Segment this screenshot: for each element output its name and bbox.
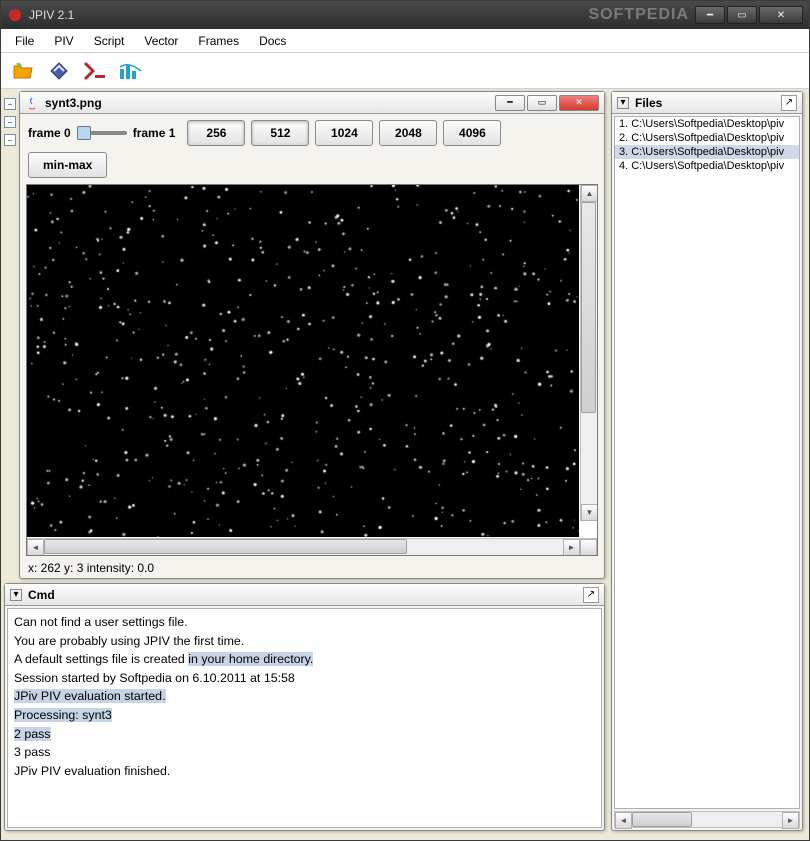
horizontal-scrollbar[interactable]: ◄ ► xyxy=(27,538,597,555)
scroll-corner xyxy=(580,539,597,556)
menu-file[interactable]: File xyxy=(5,31,44,51)
script-icon[interactable] xyxy=(81,57,109,85)
frame1-label: frame 1 xyxy=(133,126,176,140)
scroll-down-icon[interactable]: ▼ xyxy=(581,504,597,521)
files-title: Files xyxy=(635,96,775,110)
scroll-left-icon[interactable]: ◄ xyxy=(615,812,632,829)
close-button[interactable]: ✕ xyxy=(759,6,803,24)
cmd-line: A default settings file is created in yo… xyxy=(14,650,595,669)
image-canvas-wrap[interactable]: ▲ ▼ xyxy=(27,185,597,538)
menu-piv[interactable]: PIV xyxy=(44,31,83,51)
cmd-line: 2 pass xyxy=(14,725,595,744)
toolbar xyxy=(1,53,809,89)
zoom-512-button[interactable]: 512 xyxy=(251,120,309,146)
tree-node-icon[interactable] xyxy=(4,134,16,146)
image-window-title: synt3.png xyxy=(45,96,489,110)
menu-vector[interactable]: Vector xyxy=(134,31,188,51)
cmd-panel[interactable]: ▾ Cmd ↗ Can not find a user settings fil… xyxy=(4,583,605,831)
cmd-line: 3 pass xyxy=(14,743,595,762)
image-window-titlebar[interactable]: synt3.png ━ ▭ ✕ xyxy=(20,92,604,114)
cmd-line: Processing: synt3 xyxy=(14,706,595,725)
cmd-line: You are probably using JPIV the first ti… xyxy=(14,632,595,651)
file-item[interactable]: 4. C:\Users\Softpedia\Desktop\piv xyxy=(615,159,799,173)
maximize-button[interactable]: ▭ xyxy=(727,6,757,24)
cmd-popout-icon[interactable]: ↗ xyxy=(583,587,599,603)
menu-docs[interactable]: Docs xyxy=(249,31,296,51)
scroll-right-icon[interactable]: ► xyxy=(782,812,799,829)
cmd-line: JPiv PIV evaluation started. xyxy=(14,687,595,706)
menu-script[interactable]: Script xyxy=(84,31,135,51)
zoom-2048-button[interactable]: 2048 xyxy=(379,120,437,146)
app-icon xyxy=(7,7,23,23)
image-window[interactable]: synt3.png ━ ▭ ✕ frame 0 frame 1 256 512 … xyxy=(19,91,605,579)
minimize-button[interactable]: ━ xyxy=(695,6,725,24)
scroll-right-icon[interactable]: ► xyxy=(563,539,580,556)
image-controls: frame 0 frame 1 256 512 1024 2048 4096 xyxy=(20,114,604,152)
files-popout-icon[interactable]: ↗ xyxy=(781,95,797,111)
zoom-256-button[interactable]: 256 xyxy=(187,120,245,146)
settings-tree-strip xyxy=(4,92,20,152)
files-h-scrollbar[interactable]: ◄ ► xyxy=(614,811,800,828)
image-viewport: ▲ ▼ ◄ ► xyxy=(26,184,598,556)
cmd-line: Can not find a user settings file. xyxy=(14,613,595,632)
menubar: File PIV Script Vector Frames Docs xyxy=(1,29,809,53)
frame0-label: frame 0 xyxy=(28,126,71,140)
cmd-collapse-icon[interactable]: ▾ xyxy=(10,589,22,601)
scroll-up-icon[interactable]: ▲ xyxy=(581,185,597,202)
app-window: JPIV 2.1 SOFTPEDIA ━ ▭ ✕ File PIV Script… xyxy=(0,0,810,841)
menu-frames[interactable]: Frames xyxy=(188,31,249,51)
files-titlebar[interactable]: ▾ Files ↗ xyxy=(612,92,802,114)
scroll-thumb-h[interactable] xyxy=(632,812,692,827)
piv-icon[interactable] xyxy=(45,57,73,85)
minmax-button[interactable]: min-max xyxy=(28,152,107,178)
vertical-scrollbar[interactable]: ▲ ▼ xyxy=(580,185,597,521)
zoom-4096-button[interactable]: 4096 xyxy=(443,120,501,146)
scroll-thumb-v[interactable] xyxy=(581,202,596,413)
files-list[interactable]: 1. C:\Users\Softpedia\Desktop\piv2. C:\U… xyxy=(614,116,800,809)
titlebar[interactable]: JPIV 2.1 SOFTPEDIA ━ ▭ ✕ xyxy=(1,1,809,29)
files-collapse-icon[interactable]: ▾ xyxy=(617,97,629,109)
zoom-1024-button[interactable]: 1024 xyxy=(315,120,373,146)
scroll-left-icon[interactable]: ◄ xyxy=(27,539,44,556)
tree-node-icon[interactable] xyxy=(4,98,16,110)
cmd-title: Cmd xyxy=(28,588,577,602)
iw-close-button[interactable]: ✕ xyxy=(559,95,599,111)
open-file-icon[interactable] xyxy=(9,57,37,85)
cmd-output[interactable]: Can not find a user settings file.You ar… xyxy=(7,608,602,828)
cmd-titlebar[interactable]: ▾ Cmd ↗ xyxy=(5,584,604,606)
file-item[interactable]: 2. C:\Users\Softpedia\Desktop\piv xyxy=(615,131,799,145)
file-item[interactable]: 3. C:\Users\Softpedia\Desktop\piv xyxy=(615,145,799,159)
java-icon xyxy=(25,96,39,110)
image-controls-2: min-max xyxy=(20,152,604,184)
frame-slider[interactable] xyxy=(77,125,127,141)
iw-maximize-button[interactable]: ▭ xyxy=(527,95,557,111)
particle-image-canvas[interactable] xyxy=(27,185,579,537)
workspace: synt3.png ━ ▭ ✕ frame 0 frame 1 256 512 … xyxy=(1,89,809,840)
graph-icon[interactable] xyxy=(117,57,145,85)
file-item[interactable]: 1. C:\Users\Softpedia\Desktop\piv xyxy=(615,117,799,131)
iw-minimize-button[interactable]: ━ xyxy=(495,95,525,111)
scroll-thumb-h[interactable] xyxy=(44,539,407,554)
watermark: SOFTPEDIA xyxy=(588,1,689,29)
tree-node-icon[interactable] xyxy=(4,116,16,128)
files-panel[interactable]: ▾ Files ↗ 1. C:\Users\Softpedia\Desktop\… xyxy=(611,91,803,831)
cmd-line: JPiv PIV evaluation finished. xyxy=(14,762,595,781)
cmd-line: Session started by Softpedia on 6.10.201… xyxy=(14,669,595,688)
image-status: x: 262 y: 3 intensity: 0.0 xyxy=(20,558,604,578)
